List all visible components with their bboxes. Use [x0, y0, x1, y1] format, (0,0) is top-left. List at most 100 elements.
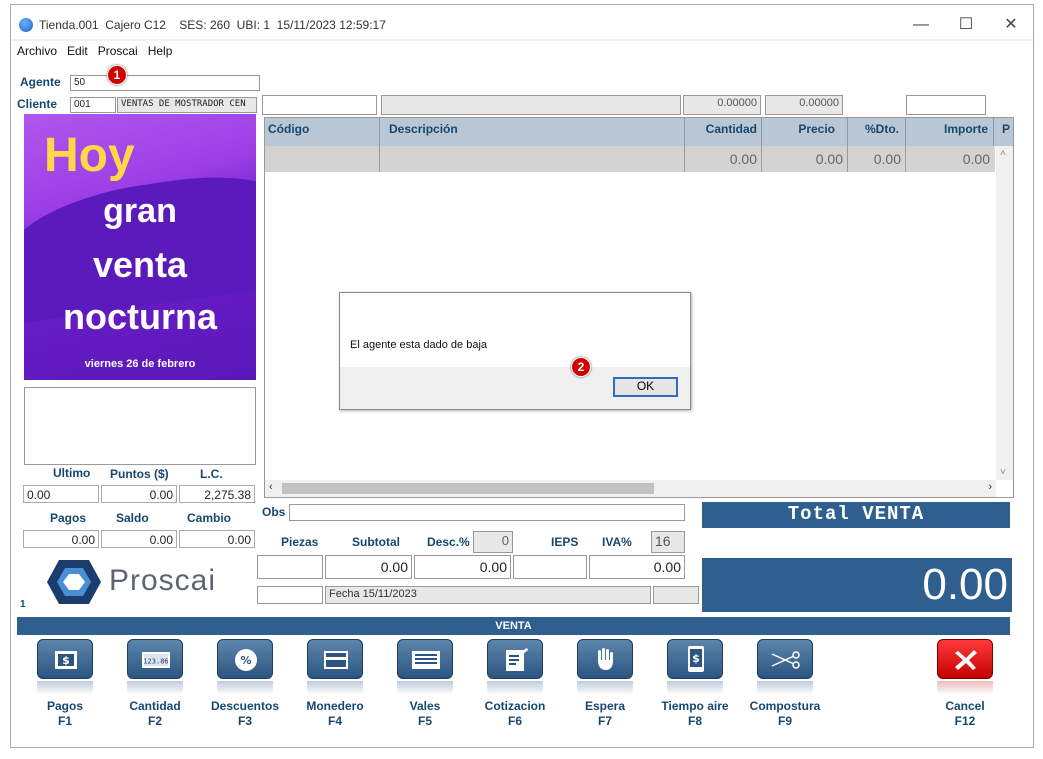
cancel-button-reflection	[937, 681, 993, 695]
price-entry-field[interactable]: 0.00000	[765, 95, 843, 115]
espera-button-face[interactable]	[577, 639, 633, 679]
codigo-entry-input[interactable]	[262, 95, 377, 115]
cell-descripcion[interactable]	[380, 146, 685, 172]
tiempo-aire-button[interactable]: $ Tiempo aire F8	[650, 635, 740, 747]
cliente-label: Cliente	[17, 97, 58, 111]
quantity-entry-field[interactable]: 0.00000	[683, 95, 761, 115]
col-dto[interactable]: %Dto.	[848, 118, 906, 146]
tiempo-aire-button-face[interactable]: $	[667, 639, 723, 679]
fkey-label: Vales	[409, 699, 441, 713]
maximize-button[interactable]: ☐	[956, 15, 976, 35]
scissors-icon	[771, 651, 800, 669]
promo-line-2: venta	[92, 244, 188, 285]
cantidad-button-reflection	[127, 681, 183, 695]
menu-proscai[interactable]: Proscai	[93, 41, 143, 58]
extra-entry-input[interactable]	[906, 95, 986, 115]
cantidad-button[interactable]: 123.86 Cantidad F2	[110, 635, 200, 747]
pagos-label: Pagos	[50, 511, 87, 525]
monedero-button-face[interactable]	[307, 639, 363, 679]
card-icon	[324, 651, 348, 669]
scroll-left-icon[interactable]: ‹	[269, 481, 273, 493]
app-window: Tienda.001 Cajero C12 SES: 260 UBI: 1 15…	[10, 4, 1034, 748]
compostura-button-reflection	[757, 681, 813, 695]
dialog-message: El agente esta dado de baja	[350, 339, 488, 351]
cell-importe[interactable]: 0.00	[906, 146, 994, 172]
fkey-label: Compostura	[749, 699, 821, 713]
svg-text:$: $	[62, 654, 70, 667]
vales-button[interactable]: Vales F5	[380, 635, 470, 747]
fkey-shortcut: F1	[57, 714, 72, 728]
cotizacion-button-reflection	[487, 681, 543, 695]
venta-mode-bar: VENTA	[17, 617, 1010, 635]
alert-dialog: El agente esta dado de baja OK	[339, 292, 691, 410]
col-codigo[interactable]: Código	[265, 118, 380, 146]
descuentos-button-face[interactable]: %	[217, 639, 273, 679]
monedero-button[interactable]: Monedero F4	[290, 635, 380, 747]
espera-button[interactable]: Espera F7	[560, 635, 650, 747]
title-bar: Tienda.001 Cajero C12 SES: 260 UBI: 1 15…	[11, 5, 1033, 39]
col-cantidad[interactable]: Cantidad	[685, 118, 762, 146]
fkey-label: Cotizacion	[484, 699, 546, 713]
ultimo-label: Ultimo	[53, 466, 91, 480]
proscai-logo-text: Proscai	[109, 564, 217, 597]
cancel-button[interactable]: Cancel F12	[920, 635, 1010, 747]
svg-text:$: $	[692, 652, 700, 665]
cell-dto[interactable]: 0.00	[848, 146, 906, 172]
status-counter: 1	[20, 599, 26, 610]
menu-help[interactable]: Help	[143, 41, 178, 58]
compostura-button[interactable]: Compostura F9	[740, 635, 830, 747]
fkey-label: Cantidad	[129, 699, 181, 713]
tiempo-aire-button-reflection	[667, 681, 723, 695]
horizontal-scroll-thumb[interactable]	[282, 483, 654, 494]
cliente-code-input[interactable]: 001	[70, 97, 116, 113]
cotizacion-button-face[interactable]	[487, 639, 543, 679]
ieps-label: IEPS	[551, 535, 579, 549]
agente-input[interactable]: 50	[70, 75, 260, 91]
menu-archivo[interactable]: Archivo	[11, 41, 62, 58]
cell-codigo[interactable]	[265, 146, 380, 172]
iva-percent-field[interactable]: 16	[651, 531, 685, 553]
menu-bar: Archivo Edit Proscai Help	[11, 41, 1033, 61]
voucher-icon	[412, 651, 440, 669]
descuentos-button[interactable]: % Descuentos F3	[200, 635, 290, 747]
pagos-button-face[interactable]: $	[37, 639, 93, 679]
svg-text:%: %	[240, 654, 251, 667]
fkey-label: Tiempo aire	[661, 699, 729, 713]
close-button[interactable]: ✕	[1001, 15, 1021, 35]
compostura-button-face[interactable]	[757, 639, 813, 679]
cambio-label: Cambio	[187, 511, 232, 525]
cell-precio[interactable]: 0.00	[762, 146, 848, 172]
fkey-shortcut: F5	[417, 714, 432, 728]
table-row[interactable]: 0.00 0.00 0.00 0.00	[265, 146, 995, 172]
menu-edit[interactable]: Edit	[62, 41, 93, 58]
ok-button[interactable]: OK	[613, 377, 678, 397]
minimize-button[interactable]: —	[911, 15, 931, 35]
vertical-scrollbar[interactable]: ˄ ˅	[996, 146, 1013, 480]
col-descripcion[interactable]: Descripción	[380, 118, 685, 146]
promo-date: viernes 26 de febrero	[84, 358, 196, 370]
scroll-right-icon[interactable]: ›	[988, 481, 992, 493]
pagos-button[interactable]: $ Pagos F1	[20, 635, 110, 747]
saldo-value: 0.00	[101, 530, 177, 548]
desc-percent-field[interactable]: 0	[473, 531, 513, 553]
main-panel: Agente 50 1 Cliente 001 VENTAS DE MOSTRA…	[11, 61, 1033, 747]
pagos-value: 0.00	[23, 530, 99, 548]
cell-cantidad[interactable]: 0.00	[685, 146, 762, 172]
fkey-shortcut: F6	[507, 714, 522, 728]
espera-button-reflection	[577, 681, 633, 695]
obs-input[interactable]	[289, 504, 685, 521]
scroll-down-icon[interactable]: ˅	[1000, 467, 1006, 478]
col-precio[interactable]: Precio	[762, 118, 848, 146]
piezas-value	[257, 555, 323, 579]
col-importe[interactable]: Importe	[906, 118, 994, 146]
cotizacion-button[interactable]: Cotizacion F6	[470, 635, 560, 747]
col-p[interactable]: P	[994, 118, 1013, 146]
scroll-up-icon[interactable]: ˄	[1000, 148, 1006, 159]
horizontal-scrollbar[interactable]: ‹ ›	[265, 480, 996, 497]
vales-button-face[interactable]	[397, 639, 453, 679]
fkey-shortcut: F4	[327, 714, 342, 728]
x-cancel-icon	[955, 650, 977, 670]
fkey-shortcut: F3	[237, 714, 252, 728]
cantidad-button-face[interactable]: 123.86	[127, 639, 183, 679]
cancel-button-face[interactable]	[937, 639, 993, 679]
